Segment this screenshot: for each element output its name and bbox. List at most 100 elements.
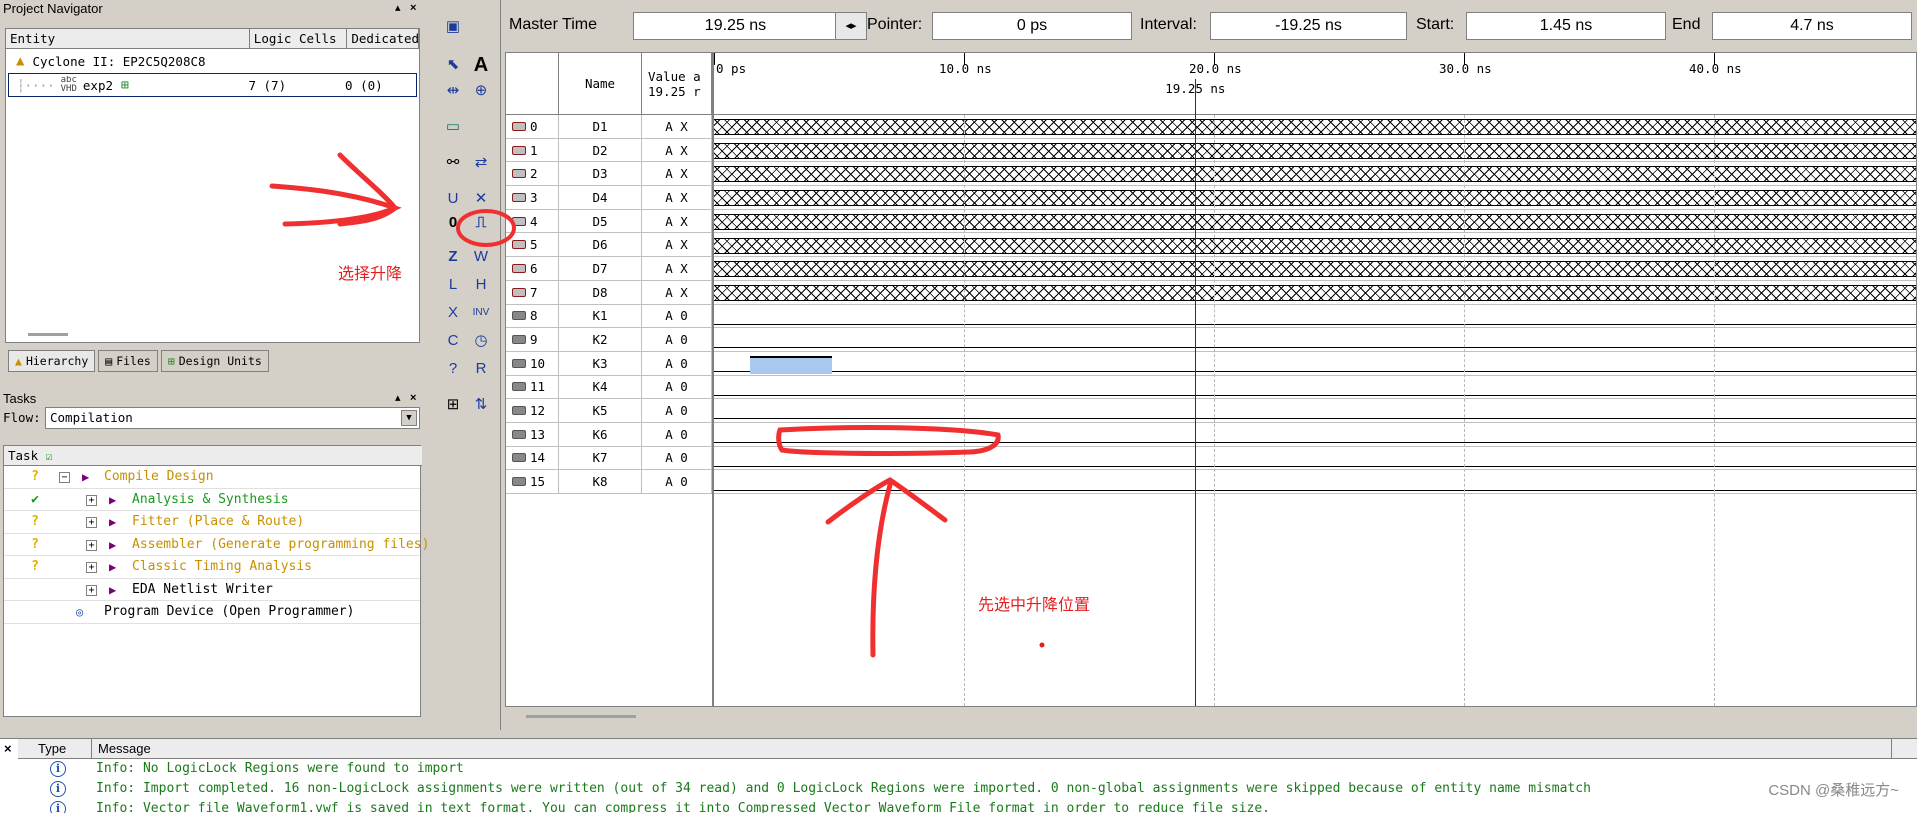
horizontal-scrollbar[interactable] (526, 715, 636, 718)
pointer-value[interactable]: 0 ps (932, 12, 1132, 40)
programmer-icon[interactable]: ◎ (76, 601, 83, 623)
forcing-low-icon[interactable]: 0 (440, 210, 466, 236)
sort-icon[interactable]: ⇅ (468, 392, 494, 418)
run-icon[interactable]: ▶ (109, 511, 116, 533)
run-icon[interactable]: ▶ (82, 466, 89, 488)
run-icon[interactable]: ▶ (109, 556, 116, 578)
signal-row[interactable]: 15 K8 A 0 (506, 470, 712, 494)
waveform-row[interactable] (714, 162, 1916, 187)
waveform-row[interactable] (714, 447, 1916, 471)
interval-value[interactable]: -19.25 ns (1210, 12, 1407, 40)
waveform-row[interactable] (714, 210, 1916, 234)
uninitialized-icon[interactable]: U (440, 186, 466, 212)
column-dedicated[interactable]: Dedicated (347, 29, 419, 48)
column-value[interactable]: Value a 19.25 r (642, 53, 712, 114)
entity-row-exp2[interactable]: ┆···· abc VHD exp2 ⊞ 7 (7) 0 (0) (8, 73, 417, 97)
waveform-row[interactable] (714, 376, 1916, 400)
expand-icon[interactable]: + (86, 562, 97, 573)
expand-icon[interactable]: + (86, 494, 97, 506)
find-icon[interactable]: ⚯ (440, 150, 466, 176)
signal-row[interactable]: 6 D7 A X (506, 257, 712, 281)
signal-row[interactable]: 0 D1 A X (506, 115, 712, 139)
run-icon[interactable]: ▶ (109, 489, 116, 511)
message-row[interactable]: i Info: No LogicLock Regions were found t… (0, 759, 1917, 779)
entity-row-device[interactable]: ▲ Cyclone II: EP2C5Q208C8 (6, 49, 419, 73)
waveform-row[interactable] (714, 281, 1916, 305)
weak-low-icon[interactable]: L (440, 272, 466, 298)
horizontal-scrollbar[interactable] (28, 333, 68, 336)
expand-icon[interactable]: + (86, 517, 97, 528)
task-row[interactable]: + ▶ EDA Netlist Writer (4, 579, 420, 601)
run-icon[interactable]: ▶ (109, 579, 116, 601)
pin-icon[interactable]: ▴ (395, 390, 401, 407)
count-value-icon[interactable]: C (440, 328, 466, 354)
pin-icon[interactable]: ▴ (395, 0, 401, 17)
waveform-row[interactable] (714, 399, 1916, 424)
signal-row[interactable]: 10 K3 A 0 (506, 351, 712, 376)
dont-care-icon[interactable]: X (440, 300, 466, 326)
column-type[interactable]: Type (18, 739, 92, 758)
text-tool-icon[interactable]: A (468, 52, 494, 78)
flow-select[interactable]: Compilation ▼ (45, 407, 420, 429)
waveform-row[interactable] (714, 328, 1916, 352)
overwrite-clock-icon[interactable]: ◷ (468, 328, 494, 354)
signal-row[interactable]: 7 D8 A X (506, 280, 712, 305)
master-time-value[interactable]: 19.25 ns (633, 12, 838, 40)
forcing-high-icon[interactable]: ⎍ (468, 210, 494, 236)
signal-row[interactable]: 13 K6 A 0 (506, 422, 712, 447)
master-time-cursor[interactable] (1195, 79, 1197, 706)
weak-high-icon[interactable]: H (468, 272, 494, 298)
waveform-row[interactable] (714, 139, 1916, 163)
column-logic-cells[interactable]: Logic Cells (250, 29, 348, 48)
signal-row[interactable]: 4 D5 A X (506, 209, 712, 234)
zoom-icon[interactable]: ⊕ (468, 78, 494, 104)
waveform-row[interactable] (714, 352, 1916, 376)
forcing-unknown-icon[interactable]: ✕ (468, 186, 494, 212)
waveform-plot[interactable]: 0 ps 10.0 ns 20.0 ns 30.0 ns 40.0 ns 19.25 n… (713, 52, 1917, 707)
signal-row[interactable]: 5 D6 A X (506, 233, 712, 258)
waveform-row[interactable] (714, 257, 1916, 281)
waveform-row[interactable] (714, 305, 1916, 329)
signal-row[interactable]: 12 K5 A 0 (506, 399, 712, 423)
task-row[interactable]: ? + ▶ Assembler (Generate programming files… (4, 534, 429, 556)
task-row[interactable]: ✔ + ▶ Analysis & Synthesis (4, 489, 420, 511)
signal-row[interactable]: 11 K4 A 0 (506, 375, 712, 400)
waveform-row[interactable] (714, 471, 1916, 495)
window-icon[interactable]: ▣ (440, 14, 466, 40)
tab-design-units[interactable]: ⊞ Design Units (160, 350, 269, 372)
snap-to-grid-icon[interactable]: ⊞ (440, 392, 466, 418)
task-row[interactable]: ? + ▶ Classic Timing Analysis (4, 556, 420, 579)
expand-icon[interactable]: + (86, 539, 97, 551)
signal-row[interactable]: 8 K1 A 0 (506, 304, 712, 329)
checkbox-icon[interactable]: ☑ (46, 450, 53, 463)
column-name[interactable]: Name (559, 53, 642, 114)
task-row[interactable]: ? − ▶ Compile Design (4, 466, 420, 489)
master-time-spin[interactable]: ◂▸ (835, 12, 867, 40)
select-tool-icon[interactable]: ⬉ (440, 52, 466, 78)
waveform-row[interactable] (714, 234, 1916, 258)
close-icon[interactable]: × (410, 0, 416, 17)
time-ruler[interactable]: 0 ps 10.0 ns 20.0 ns 30.0 ns 40.0 ns (714, 53, 1916, 115)
close-icon[interactable]: × (410, 390, 416, 407)
high-impedance-icon[interactable]: Z (440, 244, 466, 270)
replace-icon[interactable]: ⇄ (468, 150, 494, 176)
signal-row[interactable]: 2 D3 A X (506, 162, 712, 187)
full-screen-icon[interactable]: ▭ (440, 114, 466, 140)
column-entity[interactable]: Entity (6, 29, 250, 48)
signal-row[interactable]: 14 K7 A 0 (506, 446, 712, 471)
selection-region[interactable] (750, 356, 832, 374)
signal-row[interactable]: 1 D2 A X (506, 138, 712, 163)
message-row[interactable]: i Info: Vector file Waveform1.vwf is save… (0, 799, 1917, 813)
random-value-icon[interactable]: R (468, 356, 494, 382)
collapse-icon[interactable]: − (59, 472, 70, 483)
waveform-editing-icon[interactable]: ⇹ (440, 78, 466, 104)
start-value[interactable]: 1.45 ns (1466, 12, 1666, 40)
task-row[interactable]: ◎ Program Device (Open Programmer) (4, 601, 420, 624)
close-icon[interactable]: × (4, 741, 12, 756)
tab-files[interactable]: ▤ Files (98, 350, 158, 372)
waveform-row[interactable] (714, 186, 1916, 210)
run-icon[interactable]: ▶ (109, 534, 116, 556)
message-row[interactable]: i Info: Import completed. 16 non-LogicLoc… (0, 779, 1917, 799)
waveform-row[interactable] (714, 115, 1916, 139)
end-value[interactable]: 4.7 ns (1712, 12, 1912, 40)
